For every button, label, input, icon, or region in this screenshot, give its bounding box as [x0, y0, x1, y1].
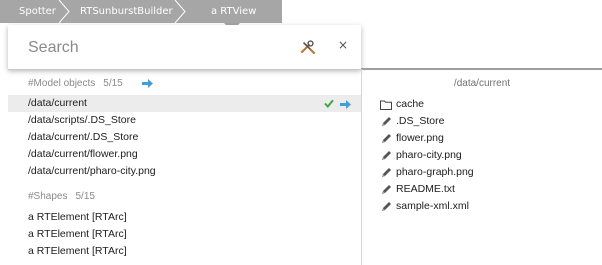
pencil-icon	[382, 168, 391, 177]
search-panel: ×	[8, 25, 361, 69]
result-item[interactable]: /data/current	[8, 95, 361, 112]
result-item[interactable]: /data/scripts/.DS_Store	[8, 112, 361, 129]
result-item[interactable]: a RTElement [RTArc]	[8, 209, 361, 226]
pencil-icon	[382, 151, 391, 160]
arrow-right-icon[interactable]	[340, 100, 351, 109]
search-input[interactable]	[28, 38, 278, 58]
category-count: 5/15	[103, 78, 123, 89]
category-header-shapes[interactable]: #Shapes 5/15	[28, 191, 95, 202]
pencil-icon	[382, 185, 391, 194]
category-header-model-objects[interactable]: #Model objects 5/15	[28, 78, 153, 89]
preview-pane: /data/current cache .DS_Store flower.png…	[362, 70, 602, 265]
pencil-icon	[382, 134, 391, 143]
breadcrumb-separator-icon	[58, 0, 70, 23]
results-list: #Model objects 5/15 /data/current /data/s…	[8, 70, 361, 265]
result-item[interactable]: /data/current/pharo-city.png	[8, 163, 361, 180]
result-item[interactable]: /data/current/flower.png	[8, 146, 361, 163]
breadcrumb: Spotter RTSunburstBuilder a RTView	[0, 0, 282, 23]
breadcrumb-separator-icon	[174, 0, 186, 23]
category-title: #Shapes	[28, 191, 68, 202]
result-item[interactable]: /data/current/.DS_Store	[8, 129, 361, 146]
check-icon[interactable]	[324, 99, 334, 108]
category-title: #Model objects	[28, 78, 96, 89]
pencil-icon	[382, 202, 391, 211]
breadcrumb-item-spotter[interactable]: Spotter	[19, 0, 56, 23]
pencil-icon	[382, 117, 391, 126]
breadcrumb-item-rtview[interactable]: a RTView	[211, 0, 256, 23]
close-icon[interactable]: ×	[338, 38, 348, 52]
preview-title: /data/current	[453, 78, 511, 89]
category-count: 5/15	[75, 191, 95, 202]
result-item[interactable]: a RTElement [RTArc]	[8, 226, 361, 243]
folder-icon	[380, 100, 392, 110]
result-item[interactable]: a RTElement [RTArc]	[8, 243, 361, 260]
wrench-screwdriver-icon[interactable]	[300, 40, 316, 54]
arrow-right-icon[interactable]	[142, 79, 153, 88]
breadcrumb-item-rtsunburstbuilder[interactable]: RTSunburstBuilder	[80, 0, 173, 23]
